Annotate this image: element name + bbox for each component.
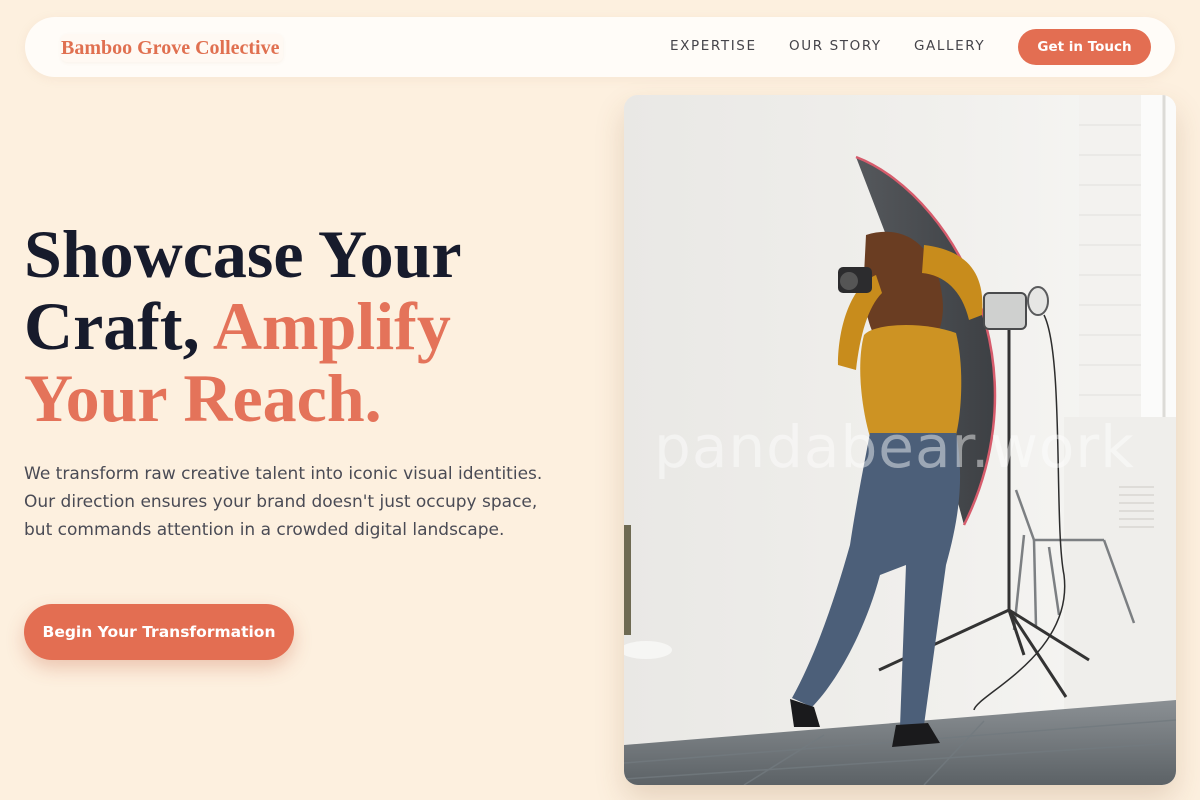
nav-link-gallery[interactable]: GALLERY: [914, 38, 985, 54]
begin-transformation-button[interactable]: Begin Your Transformation: [24, 604, 294, 660]
hero-headline: Showcase Your Craft, Amplify Your Reach.: [24, 218, 544, 434]
site-header: Bamboo Grove Collective EXPERTISE OUR ST…: [25, 17, 1175, 77]
headline-line-2: Craft,: [24, 288, 213, 364]
headline-accent-2: Your Reach.: [24, 360, 382, 436]
hero-description: We transform raw creative talent into ic…: [24, 464, 543, 540]
get-in-touch-button[interactable]: Get in Touch: [1018, 29, 1151, 65]
nav-link-our-story[interactable]: OUR STORY: [789, 38, 882, 54]
hero-photo: pandabear.work: [624, 95, 1176, 785]
headline-accent-1: Amplify: [212, 288, 451, 364]
nav-link-expertise[interactable]: EXPERTISE: [670, 38, 757, 54]
brand-logo[interactable]: Bamboo Grove Collective: [61, 34, 283, 62]
watermark-text: pandabear.work: [654, 413, 1135, 481]
headline-line-1: Showcase Your: [24, 216, 462, 292]
